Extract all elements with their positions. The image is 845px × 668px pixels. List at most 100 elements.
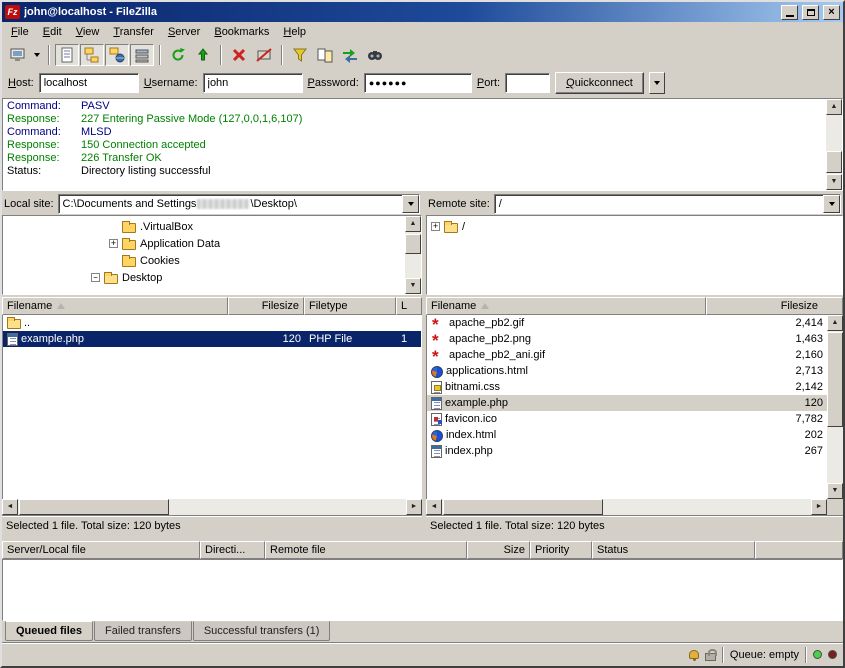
menu-view[interactable]: View	[69, 23, 107, 41]
column-header-status[interactable]: Status	[592, 541, 755, 559]
tree-item[interactable]: Cookies	[3, 252, 405, 269]
column-header-filetype[interactable]: Filetype	[304, 297, 396, 315]
column-header-filesize[interactable]: Filesize	[228, 297, 304, 315]
column-header-filename[interactable]: Filename	[426, 297, 706, 315]
file-row[interactable]: index.php 267	[427, 443, 827, 459]
synchronized-browsing-button[interactable]	[338, 44, 362, 66]
file-row[interactable]: index.html 202	[427, 427, 827, 443]
minimize-button[interactable]	[781, 5, 798, 20]
file-row-selected[interactable]: example.php 120	[427, 395, 827, 411]
scroll-right-icon[interactable]: ►	[811, 499, 827, 515]
scrollbar-thumb[interactable]	[19, 499, 169, 515]
scrollbar-thumb[interactable]	[827, 332, 843, 427]
scroll-right-icon[interactable]: ►	[406, 499, 422, 515]
disconnect-button[interactable]	[252, 44, 276, 66]
toggle-local-tree-icon	[84, 47, 100, 63]
host-input[interactable]	[39, 73, 139, 93]
filter-button[interactable]	[288, 44, 312, 66]
scroll-up-icon[interactable]: ▲	[827, 315, 843, 331]
refresh-button[interactable]	[166, 44, 190, 66]
remote-site-combobox[interactable]: /	[494, 194, 841, 214]
column-header-last-modified[interactable]: L	[396, 297, 422, 315]
close-button[interactable]: ×	[823, 5, 840, 20]
remote-list-scrollbar[interactable]: ▲ ▼	[827, 315, 843, 499]
expand-icon[interactable]	[109, 239, 118, 248]
toggle-message-log-button[interactable]	[55, 44, 79, 66]
file-row[interactable]: bitnami.css 2,142	[427, 379, 827, 395]
username-input[interactable]	[203, 73, 303, 93]
scrollbar-thumb[interactable]	[443, 499, 603, 515]
site-manager-button[interactable]	[6, 44, 30, 66]
menu-bookmarks[interactable]: Bookmarks	[207, 23, 276, 41]
tab-successful-transfers[interactable]: Successful transfers (1)	[193, 621, 331, 641]
menu-edit[interactable]: Edit	[36, 23, 69, 41]
local-site-dropdown[interactable]	[402, 195, 419, 213]
column-header-filename[interactable]: Filename	[2, 297, 228, 315]
maximize-button[interactable]	[802, 5, 819, 20]
column-header-size[interactable]: Size	[467, 541, 530, 559]
menu-transfer[interactable]: Transfer	[106, 23, 161, 41]
scroll-down-icon[interactable]: ▼	[826, 174, 842, 190]
toggle-local-tree-button[interactable]	[80, 44, 104, 66]
file-row[interactable]: ..	[3, 315, 421, 331]
tree-item[interactable]: /	[427, 218, 842, 235]
scroll-up-icon[interactable]: ▲	[826, 99, 842, 115]
find-files-button[interactable]	[363, 44, 387, 66]
tree-item[interactable]: Application Data	[3, 235, 405, 252]
process-queue-button[interactable]	[191, 44, 215, 66]
file-row-selected[interactable]: example.php 120 PHP File 1	[3, 331, 421, 347]
encryption-lock-icon[interactable]	[705, 653, 716, 661]
file-row[interactable]: apache_pb2_ani.gif 2,160	[427, 347, 827, 363]
toggle-transfer-queue-button[interactable]	[130, 44, 154, 66]
remote-list-hscrollbar[interactable]: ◄ ►	[426, 499, 827, 515]
password-input[interactable]	[364, 73, 472, 93]
menu-help[interactable]: Help	[276, 23, 313, 41]
host-label: Host:	[8, 77, 34, 89]
column-header-filesize[interactable]: Filesize	[706, 297, 843, 315]
scroll-up-icon[interactable]: ▲	[405, 216, 421, 232]
transfer-queue-list[interactable]	[2, 559, 843, 621]
column-header-server-local-file[interactable]: Server/Local file	[2, 541, 200, 559]
scroll-down-icon[interactable]: ▼	[827, 483, 843, 499]
toggle-remote-tree-button[interactable]	[105, 44, 129, 66]
tab-queued-files[interactable]: Queued files	[5, 621, 93, 641]
tab-failed-transfers[interactable]: Failed transfers	[94, 621, 192, 641]
local-list-header: Filename Filesize Filetype L	[2, 297, 422, 315]
titlebar[interactable]: Fz john@localhost - FileZilla ×	[2, 2, 843, 22]
tree-item[interactable]: Desktop	[3, 269, 405, 286]
menu-server[interactable]: Server	[161, 23, 207, 41]
expand-icon[interactable]	[431, 222, 440, 231]
scroll-left-icon[interactable]: ◄	[426, 499, 442, 515]
local-tree-scrollbar[interactable]: ▲ ▼	[405, 216, 421, 294]
site-manager-dropdown[interactable]	[31, 44, 43, 66]
log-scrollbar[interactable]: ▲ ▼	[826, 99, 842, 190]
file-row[interactable]: applications.html 2,713	[427, 363, 827, 379]
column-header-remote-file[interactable]: Remote file	[265, 541, 467, 559]
image-file-icon	[431, 349, 446, 362]
column-header-direction[interactable]: Directi...	[200, 541, 265, 559]
scroll-down-icon[interactable]: ▼	[405, 278, 421, 294]
quickconnect-button[interactable]: Quickconnect	[555, 72, 644, 94]
menu-file[interactable]: File	[4, 23, 36, 41]
quickconnect-dropdown[interactable]	[649, 72, 665, 94]
file-row[interactable]: apache_pb2.gif 2,414	[427, 315, 827, 331]
scrollbar-thumb[interactable]	[826, 151, 842, 173]
local-list-hscrollbar[interactable]: ◄ ►	[2, 499, 422, 515]
scrollbar-thumb[interactable]	[405, 234, 421, 254]
message-log: Command:PASV Response:227 Entering Passi…	[2, 98, 843, 191]
scroll-left-icon[interactable]: ◄	[2, 499, 18, 515]
file-row[interactable]: favicon.ico 7,782	[427, 411, 827, 427]
toggle-remote-tree-icon	[109, 47, 125, 63]
local-site-combobox[interactable]: C:\Documents and Settings\Desktop\	[58, 194, 420, 214]
cancel-button[interactable]	[227, 44, 251, 66]
file-row[interactable]: apache_pb2.png 1,463	[427, 331, 827, 347]
tree-item[interactable]: .VirtualBox	[3, 218, 405, 235]
find-files-icon	[367, 47, 383, 63]
notification-bell-icon[interactable]	[689, 650, 699, 659]
port-input[interactable]	[505, 73, 550, 93]
css-file-icon	[431, 381, 442, 394]
collapse-icon[interactable]	[91, 273, 100, 282]
remote-site-dropdown[interactable]	[823, 195, 840, 213]
directory-comparison-button[interactable]	[313, 44, 337, 66]
column-header-priority[interactable]: Priority	[530, 541, 592, 559]
